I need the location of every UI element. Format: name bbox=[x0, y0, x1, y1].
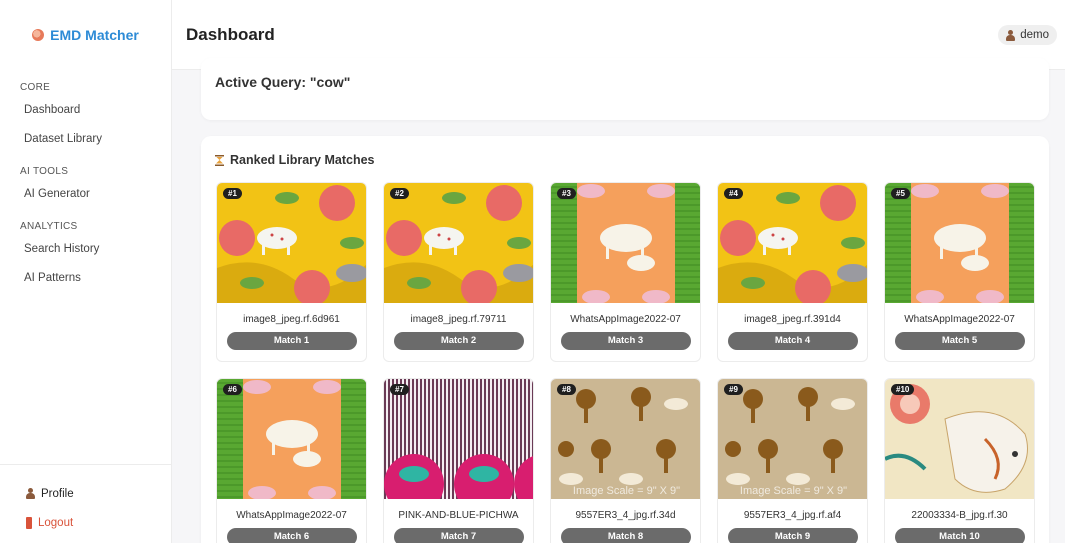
match-button[interactable]: Match 10 bbox=[894, 528, 1025, 543]
rank-badge: #8 bbox=[557, 384, 576, 395]
match-filename: PINK-AND-BLUE-PICHWA bbox=[398, 510, 519, 521]
logout-link[interactable]: Logout bbox=[0, 508, 171, 537]
rank-badge: #7 bbox=[390, 384, 409, 395]
sidebar-item-dataset-library[interactable]: Dataset Library bbox=[0, 125, 171, 154]
sidebar-item-ai-patterns[interactable]: AI Patterns bbox=[0, 264, 171, 293]
rank-badge: #3 bbox=[557, 188, 576, 199]
sidebar-footer: Profile Logout bbox=[0, 464, 171, 543]
brand-name: EMD Matcher bbox=[50, 27, 139, 43]
rank-badge: #10 bbox=[891, 384, 915, 395]
sidebar: EMD Matcher CORE Dashboard Dataset Libra… bbox=[0, 0, 172, 543]
match-card[interactable]: #7 PINK-AND-BLUE-PICHWA Match 7 bbox=[383, 378, 534, 543]
match-button[interactable]: Match 9 bbox=[727, 528, 858, 543]
rank-badge: #2 bbox=[390, 188, 409, 199]
match-thumbnail[interactable]: #5 bbox=[885, 183, 1034, 303]
match-card[interactable]: #8 Image Scale = 9" X 9" 9557ER3_4_jpg.rf.… bbox=[550, 378, 701, 543]
match-button[interactable]: Match 5 bbox=[894, 332, 1025, 350]
match-card[interactable]: #2 image8_jpeg.rf.79711 Match 2 bbox=[383, 182, 534, 362]
profile-link[interactable]: Profile bbox=[0, 479, 171, 508]
match-filename: 22003334-B_jpg.rf.30 bbox=[911, 510, 1008, 521]
match-filename: WhatsAppImage2022-07 bbox=[904, 314, 1015, 325]
user-icon bbox=[1006, 29, 1016, 41]
rank-badge: #6 bbox=[223, 384, 242, 395]
user-menu[interactable]: demo bbox=[998, 25, 1057, 45]
ranked-matches-label: Ranked Library Matches bbox=[230, 153, 375, 167]
match-thumbnail[interactable]: #9 Image Scale = 9" X 9" bbox=[718, 379, 867, 499]
rank-badge: #5 bbox=[891, 188, 910, 199]
ranked-matches-title: Ranked Library Matches bbox=[215, 152, 1035, 168]
match-grid: #1 image8_jpeg.rf.6d961 Match 1 #2 image8_jp… bbox=[216, 182, 1035, 543]
section-title-ai-tools: AI TOOLS bbox=[20, 166, 69, 177]
match-card[interactable]: #9 Image Scale = 9" X 9" 9557ER3_4_jpg.rf.… bbox=[717, 378, 868, 543]
match-button[interactable]: Match 2 bbox=[393, 332, 524, 350]
match-button[interactable]: Match 6 bbox=[226, 528, 357, 543]
match-button[interactable]: Match 4 bbox=[727, 332, 858, 350]
match-card[interactable]: #10 22003334-B_jpg.rf.30 Match 10 bbox=[884, 378, 1035, 543]
match-filename: image8_jpeg.rf.79711 bbox=[410, 314, 507, 325]
match-thumbnail[interactable]: #10 bbox=[885, 379, 1034, 499]
profile-label: Profile bbox=[41, 487, 74, 500]
match-thumbnail[interactable]: #3 bbox=[551, 183, 700, 303]
section-title-core: CORE bbox=[20, 82, 51, 93]
image-scale-watermark: Image Scale = 9" X 9" bbox=[739, 485, 848, 497]
page-title: Dashboard bbox=[186, 24, 275, 44]
match-thumbnail[interactable]: #6 bbox=[217, 379, 366, 499]
rank-badge: #9 bbox=[724, 384, 743, 395]
sidebar-item-ai-generator[interactable]: AI Generator bbox=[0, 180, 171, 209]
logout-icon bbox=[26, 516, 32, 529]
logout-label: Logout bbox=[38, 516, 74, 529]
match-button[interactable]: Match 3 bbox=[560, 332, 691, 350]
match-thumbnail[interactable]: #2 bbox=[384, 183, 533, 303]
match-thumbnail[interactable]: #1 bbox=[217, 183, 366, 303]
match-button[interactable]: Match 1 bbox=[226, 332, 357, 350]
match-thumbnail[interactable]: #7 bbox=[384, 379, 533, 499]
rank-badge: #4 bbox=[724, 188, 743, 199]
sidebar-item-search-history[interactable]: Search History bbox=[0, 235, 171, 264]
brand[interactable]: EMD Matcher bbox=[0, 0, 171, 70]
match-thumbnail[interactable]: #8 Image Scale = 9" X 9" bbox=[551, 379, 700, 499]
match-button[interactable]: Match 7 bbox=[393, 528, 524, 543]
match-filename: image8_jpeg.rf.6d961 bbox=[243, 314, 340, 325]
match-filename: WhatsAppImage2022-07 bbox=[236, 510, 347, 521]
section-title-analytics: ANALYTICS bbox=[20, 221, 78, 232]
user-icon bbox=[26, 488, 35, 499]
username: demo bbox=[1020, 29, 1049, 41]
match-filename: image8_jpeg.rf.391d4 bbox=[744, 314, 841, 325]
rank-badge: #1 bbox=[223, 188, 242, 199]
match-card[interactable]: #3 WhatsAppImage2022-07 Match 3 bbox=[550, 182, 701, 362]
match-filename: 9557ER3_4_jpg.rf.34d bbox=[575, 510, 676, 521]
ranked-matches-card: Ranked Library Matches #1 image8_jpeg.rf.… bbox=[201, 136, 1049, 543]
active-query-card: Active Query: "cow" bbox=[201, 58, 1049, 120]
match-card[interactable]: #5 WhatsAppImage2022-07 Match 5 bbox=[884, 182, 1035, 362]
match-button[interactable]: Match 8 bbox=[560, 528, 691, 543]
active-query: Active Query: "cow" bbox=[215, 74, 351, 90]
brain-icon bbox=[32, 29, 45, 41]
match-thumbnail[interactable]: #4 bbox=[718, 183, 867, 303]
match-filename: WhatsAppImage2022-07 bbox=[570, 314, 681, 325]
hourglass-icon bbox=[215, 154, 224, 166]
match-card[interactable]: #6 WhatsAppImage2022-07 Match 6 bbox=[216, 378, 367, 543]
match-filename: 9557ER3_4_jpg.rf.af4 bbox=[743, 510, 842, 521]
match-card[interactable]: #1 image8_jpeg.rf.6d961 Match 1 bbox=[216, 182, 367, 362]
match-card[interactable]: #4 image8_jpeg.rf.391d4 Match 4 bbox=[717, 182, 868, 362]
image-scale-watermark: Image Scale = 9" X 9" bbox=[572, 485, 681, 497]
sidebar-item-dashboard[interactable]: Dashboard bbox=[0, 96, 171, 125]
